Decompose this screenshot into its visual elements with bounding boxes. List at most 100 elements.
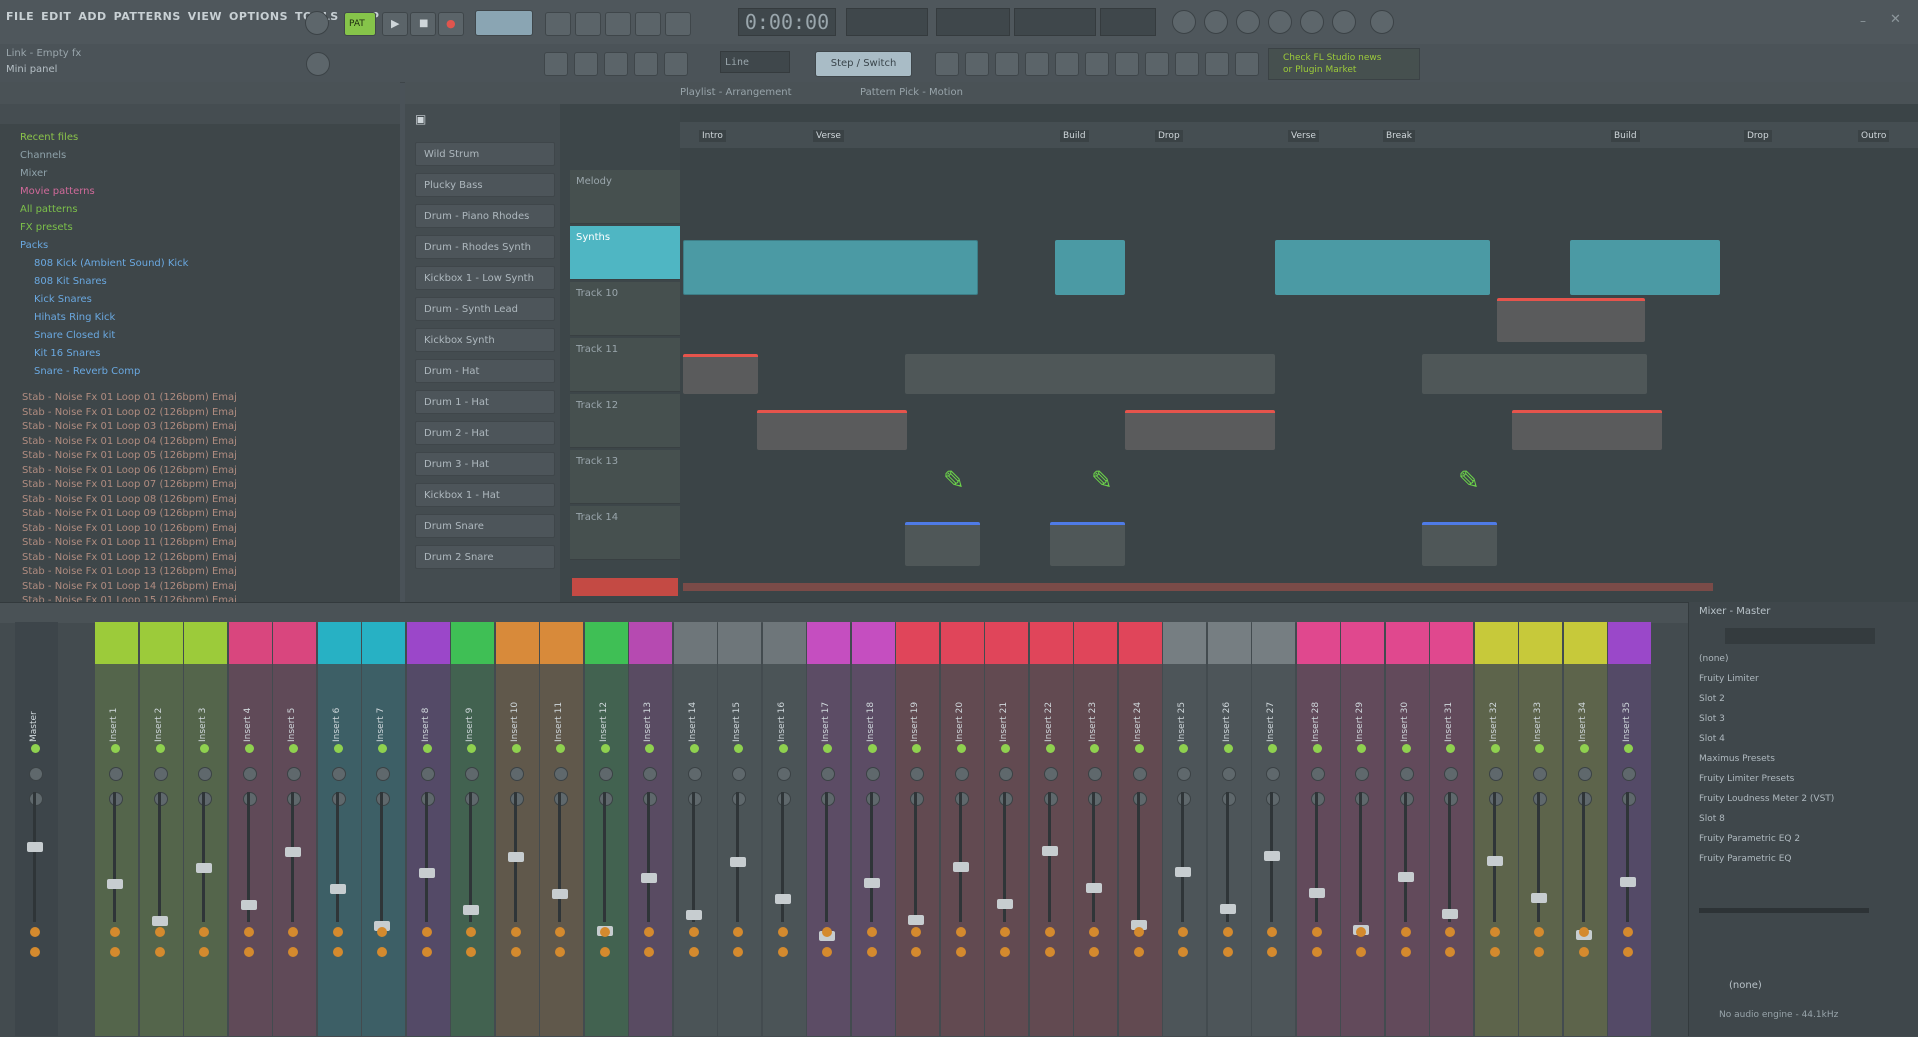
stereo-knob[interactable] <box>1177 792 1191 806</box>
route-send-icon[interactable] <box>110 927 120 937</box>
route-send-icon[interactable] <box>866 947 877 957</box>
fx-slot[interactable]: Slot 2 <box>1699 694 1725 710</box>
fader-cap[interactable] <box>151 916 168 926</box>
fader-cap[interactable] <box>27 842 43 852</box>
pan-knob[interactable] <box>821 767 835 781</box>
route-send-icon[interactable] <box>1489 947 1500 957</box>
fader-cap[interactable] <box>641 873 657 883</box>
browser-item[interactable]: Kick Snares <box>34 294 92 309</box>
route-send-icon[interactable] <box>599 927 610 937</box>
fx-slot[interactable]: Slot 3 <box>1699 714 1725 730</box>
clip-synth-4[interactable] <box>1570 240 1720 295</box>
fx-slot[interactable]: (none) <box>1699 654 1728 670</box>
pan-knob[interactable] <box>865 767 880 781</box>
plugin-picker-icon[interactable] <box>1370 10 1394 34</box>
pan-knob[interactable] <box>1177 767 1191 781</box>
menu-item[interactable]: PATTERNS <box>114 10 181 23</box>
pan-knob[interactable] <box>331 767 346 781</box>
volume-fader[interactable] <box>1314 792 1318 922</box>
route-send-icon[interactable] <box>154 947 165 957</box>
route-send-icon[interactable] <box>288 947 298 957</box>
clip-track12-b[interactable] <box>1125 410 1275 450</box>
mixer-strip[interactable]: Insert 1 <box>95 622 138 1036</box>
route-send-icon[interactable] <box>332 947 343 957</box>
stereo-knob[interactable] <box>376 792 390 806</box>
route-send-icon[interactable] <box>1044 927 1055 937</box>
mixer-strip[interactable]: Insert 28 <box>1296 622 1340 1036</box>
fader-cap[interactable] <box>1175 867 1191 877</box>
sample-item[interactable]: Stab - Noise Fx 01 Loop 13 (126bpm) Emaj <box>22 566 237 581</box>
browser-item[interactable]: Recent files <box>20 132 78 147</box>
channel-row[interactable]: Drum Snare <box>415 514 555 538</box>
volume-fader[interactable] <box>291 792 294 922</box>
volume-fader[interactable] <box>202 792 205 922</box>
strip-enable-led[interactable] <box>244 744 254 753</box>
tool-10-button[interactable] <box>1205 52 1229 76</box>
pan-knob[interactable] <box>1399 767 1414 781</box>
route-send-icon[interactable] <box>1623 927 1633 937</box>
strip-enable-led[interactable] <box>111 744 120 753</box>
stereo-knob[interactable] <box>1310 792 1325 806</box>
route-send-icon[interactable] <box>555 947 565 957</box>
clip-synth-1[interactable] <box>683 240 978 295</box>
stereo-knob[interactable] <box>1266 792 1280 806</box>
mixer-strip[interactable]: Insert 27 <box>1252 622 1295 1036</box>
mute-tool-button[interactable] <box>664 52 688 76</box>
stereo-knob[interactable] <box>1533 792 1547 806</box>
mixer-strip[interactable]: Insert 25 <box>1163 622 1206 1036</box>
route-send-icon[interactable] <box>866 927 877 937</box>
mixer-strip[interactable]: Insert 6 <box>317 622 361 1036</box>
fader-cap[interactable] <box>1219 904 1236 914</box>
strip-enable-led[interactable] <box>333 744 343 753</box>
pan-knob[interactable] <box>732 767 746 781</box>
strip-enable-led[interactable] <box>778 744 788 753</box>
mixer-strip[interactable]: Insert 24 <box>1118 622 1162 1036</box>
pan-knob[interactable] <box>910 767 924 781</box>
sample-item[interactable]: Stab - Noise Fx 01 Loop 10 (126bpm) Emaj <box>22 523 237 538</box>
volume-fader[interactable] <box>1581 792 1585 922</box>
route-send-icon[interactable] <box>777 947 788 957</box>
strip-enable-led[interactable] <box>1490 744 1500 753</box>
strip-enable-led[interactable] <box>467 744 476 753</box>
menu-item[interactable]: ADD <box>78 10 106 23</box>
playlist-grid[interactable] <box>680 148 1918 602</box>
pan-knob[interactable] <box>109 767 123 781</box>
playlist-icon[interactable] <box>1172 10 1196 34</box>
volume-fader[interactable] <box>691 792 695 922</box>
stereo-knob[interactable] <box>1577 792 1592 806</box>
volume-fader[interactable] <box>1181 792 1184 922</box>
clip-track14-b[interactable] <box>1050 522 1125 566</box>
route-send-icon[interactable] <box>822 927 832 937</box>
browser-item[interactable]: Packs <box>20 240 48 255</box>
route-send-icon[interactable] <box>1356 947 1366 957</box>
mixer-strip[interactable]: Insert 2 <box>139 622 183 1036</box>
timeline-marker[interactable]: Build <box>1611 130 1640 142</box>
stereo-knob[interactable] <box>1622 792 1636 806</box>
pan-knob[interactable] <box>509 767 524 781</box>
route-send-icon[interactable] <box>1000 927 1010 937</box>
piano-roll-icon[interactable] <box>1204 10 1228 34</box>
strip-enable-led[interactable] <box>1624 744 1633 753</box>
fader-cap[interactable] <box>329 884 346 894</box>
route-send-icon[interactable] <box>421 927 432 937</box>
mixer-strip[interactable]: Insert 19 <box>896 622 939 1036</box>
mixer-strip[interactable]: Insert 31 <box>1430 622 1473 1036</box>
route-send-icon[interactable] <box>1222 927 1233 937</box>
mixer-strip[interactable]: Insert 22 <box>1029 622 1073 1036</box>
tool-2-button[interactable] <box>965 52 989 76</box>
strip-enable-led[interactable] <box>1312 744 1322 753</box>
stereo-knob[interactable] <box>242 792 257 806</box>
route-send-icon[interactable] <box>243 927 254 937</box>
fader-cap[interactable] <box>1442 909 1458 919</box>
track-header[interactable]: Track 11 <box>570 338 680 392</box>
route-send-icon[interactable] <box>1311 947 1322 957</box>
mixer-strip[interactable]: Insert 16 <box>762 622 806 1036</box>
master-volume[interactable] <box>1014 8 1096 36</box>
volume-fader[interactable] <box>958 792 962 922</box>
channel-row[interactable]: Kickbox Synth <box>415 328 555 352</box>
mixer-strip[interactable]: Insert 3 <box>184 622 227 1036</box>
mixer-strip[interactable]: Master <box>15 622 58 1036</box>
timeline-marker[interactable]: Outro <box>1858 130 1890 142</box>
input-select[interactable] <box>1725 628 1875 644</box>
menu-item[interactable]: OPTIONS <box>229 10 288 23</box>
